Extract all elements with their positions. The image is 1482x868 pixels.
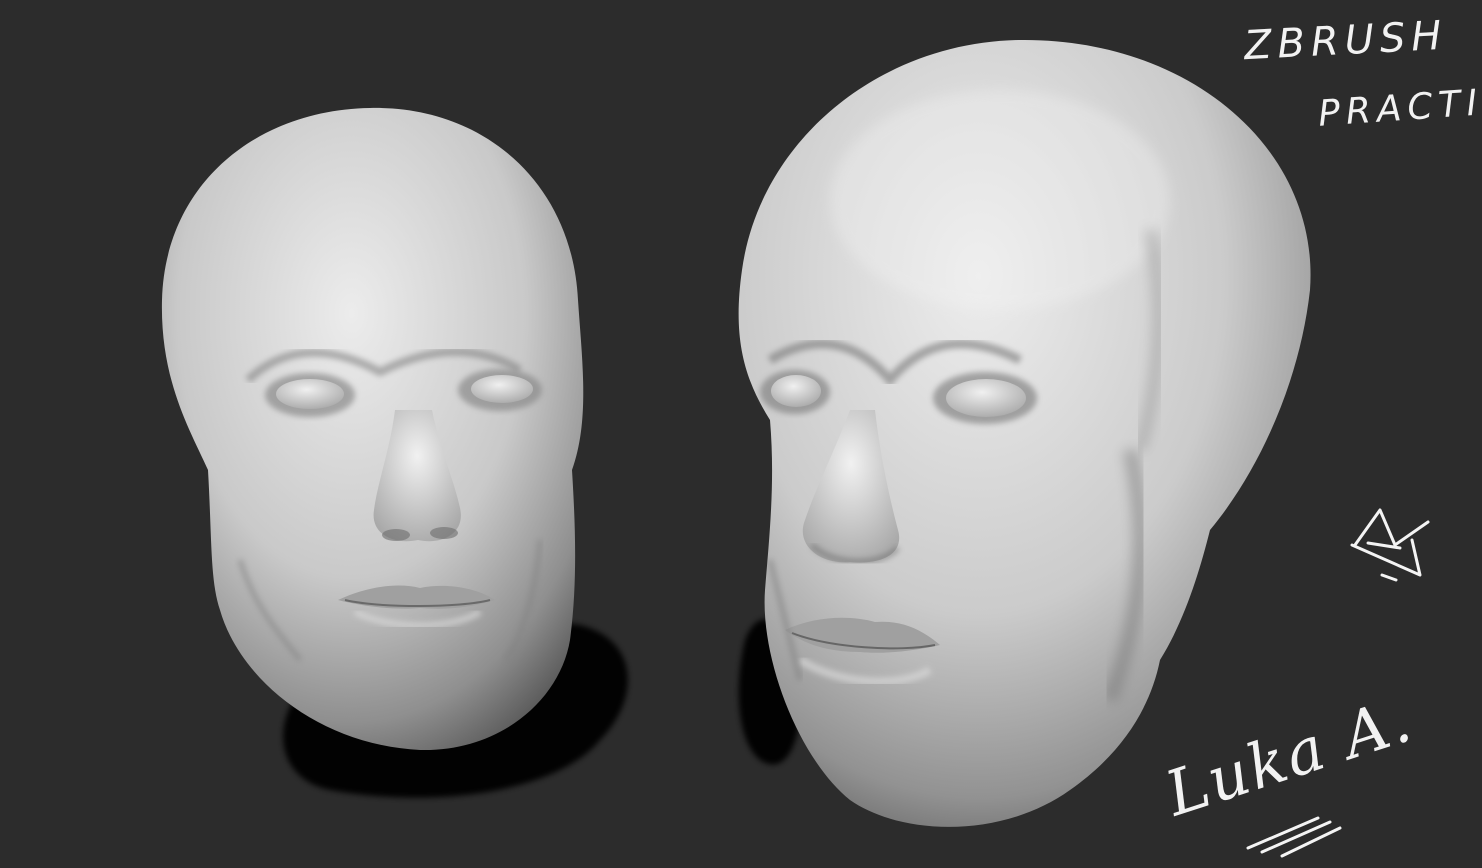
signature-underline-strokes xyxy=(1246,816,1342,858)
sculpt-scene xyxy=(161,39,1430,858)
front-head-sculpt xyxy=(161,107,584,751)
side-left-eye xyxy=(771,375,821,407)
viewport-canvas: ZBRUSH PRACTICE Luka A. xyxy=(0,0,1482,868)
three-quarter-head-sculpt xyxy=(738,39,1311,827)
front-right-eye xyxy=(471,375,533,403)
side-right-eye xyxy=(946,379,1026,417)
doodle-sketch-icon xyxy=(1350,508,1430,582)
front-left-eye xyxy=(276,379,344,409)
